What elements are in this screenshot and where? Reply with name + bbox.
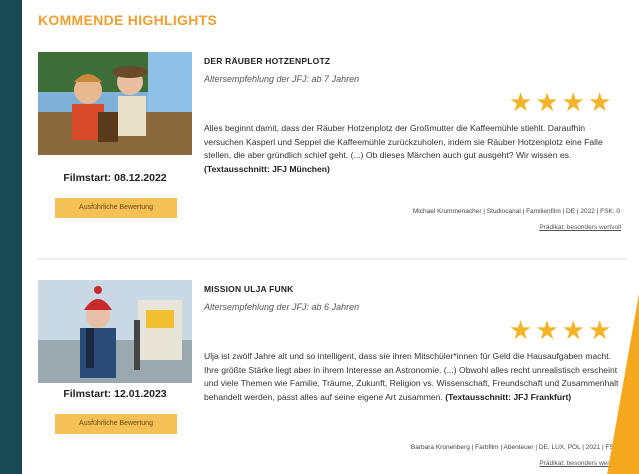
film-title: MISSION ULJA FUNK xyxy=(204,284,294,294)
star-icon: ★ xyxy=(587,88,612,118)
star-icon: ★ xyxy=(509,316,533,346)
pradikat-link[interactable]: Prädikat: besonders wertvoll xyxy=(539,224,621,231)
age-recommendation: Altersempfehlung der JFJ: ab 7 Jahren xyxy=(204,74,360,84)
star-icon: ★ xyxy=(587,316,612,346)
film-description: Alles beginnt damit, dass der Räuber Hot… xyxy=(204,122,624,176)
film-title: DER RÄUBER HOTZENPLOTZ xyxy=(204,56,331,66)
star-icon: ★ xyxy=(561,316,585,346)
rating-stars: ★ ★ ★ ★ xyxy=(509,90,611,116)
section-title: KOMMENDE HIGHLIGHTS xyxy=(38,12,218,28)
film-poster-image[interactable] xyxy=(38,280,192,383)
detailed-review-button[interactable]: Ausführliche Bewertung xyxy=(55,414,177,434)
film-description: Ulja ist zwölf Jahre alt und so intellig… xyxy=(204,350,624,404)
star-icon: ★ xyxy=(535,88,559,118)
filmstart-date: Filmstart: 08.12.2022 xyxy=(63,172,167,184)
star-icon: ★ xyxy=(509,88,533,118)
poster-hotzenplotz-illustration xyxy=(38,52,192,155)
film-meta: Barbara Kronenberg | Farbfilm | Abenteue… xyxy=(410,444,620,451)
film-meta: Michael Krummenacher | Studiocanal | Fam… xyxy=(412,208,620,215)
filmstart-date: Filmstart: 12.01.2023 xyxy=(63,388,167,400)
star-icon: ★ xyxy=(535,316,559,346)
highlights-panel: KOMMENDE HIGHLIGHTS Filmstart: 08.12.202… xyxy=(22,0,639,474)
text-source: (Textausschnitt: JFJ Frankfurt) xyxy=(445,391,572,402)
age-recommendation: Altersempfehlung der JFJ: ab 6 Jahren xyxy=(204,302,360,312)
star-icon: ★ xyxy=(561,88,585,118)
rating-stars: ★ ★ ★ ★ xyxy=(509,318,611,344)
poster-ulja-funk-illustration xyxy=(38,280,192,383)
card-divider xyxy=(38,258,626,260)
description-text: Alles beginnt damit, dass der Räuber Hot… xyxy=(204,123,603,160)
film-poster-image[interactable] xyxy=(38,52,192,155)
text-source: (Textausschnitt: JFJ München) xyxy=(204,163,330,174)
detailed-review-button[interactable]: Ausführliche Bewertung xyxy=(55,198,177,218)
